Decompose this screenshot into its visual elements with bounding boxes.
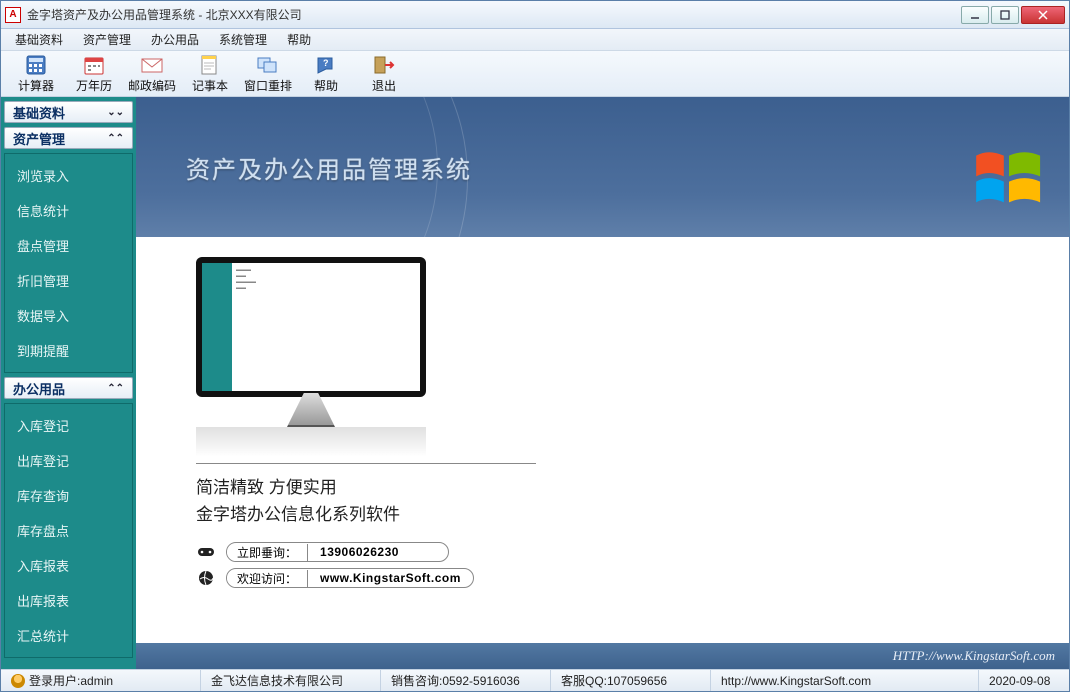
toolbar: 计算器 万年历 邮政编码 记事本 窗口重排 ? 帮助 退出	[1, 51, 1069, 97]
phone-pill: 立即垂询： 13906026230	[226, 542, 449, 562]
status-user: 登录用户: admin	[1, 670, 201, 691]
nav-browse-entry[interactable]: 浏览录入	[5, 158, 132, 193]
nav-inbound-reg[interactable]: 入库登记	[5, 408, 132, 443]
calculator-icon	[24, 54, 48, 76]
nav-expiry-reminder[interactable]: 到期提醒	[5, 333, 132, 368]
panel-office-supplies[interactable]: 办公用品 ⌃⌃	[4, 377, 133, 399]
window-icon	[256, 54, 280, 76]
slogan-line2: 金字塔办公信息化系列软件	[196, 501, 1049, 528]
monitor-illustration: ▬▬▬▬▬▬▬▬▬▬▬ 🍎	[196, 257, 1049, 457]
maximize-button[interactable]	[991, 6, 1019, 24]
nav-outbound-report[interactable]: 出库报表	[5, 583, 132, 618]
tool-exit[interactable]: 退出	[355, 52, 413, 96]
nav-depreciation[interactable]: 折旧管理	[5, 263, 132, 298]
banner: 资产及办公用品管理系统	[136, 97, 1069, 237]
footer-band: HTTP://www.KingstarSoft.com	[136, 643, 1069, 669]
tool-label: 万年历	[76, 77, 112, 94]
help-icon: ?	[314, 54, 338, 76]
slogan: 简洁精致 方便实用 金字塔办公信息化系列软件	[196, 474, 1049, 528]
close-button[interactable]	[1021, 6, 1065, 24]
menu-asset-mgmt[interactable]: 资产管理	[75, 29, 139, 50]
tool-window-rearrange[interactable]: 窗口重排	[239, 52, 297, 96]
sidebar: 基础资料 ⌄⌄ 资产管理 ⌃⌃ 浏览录入 信息统计 盘点管理 折旧管理 数据导入…	[1, 97, 136, 669]
status-user-value: admin	[80, 674, 113, 688]
status-user-label: 登录用户:	[29, 672, 80, 689]
status-date: 2020-09-08	[979, 670, 1069, 691]
titlebar: A 金字塔资产及办公用品管理系统 - 北京XXX有限公司	[1, 1, 1069, 29]
tool-notepad[interactable]: 记事本	[181, 52, 239, 96]
panel-title: 基础资料	[13, 103, 65, 122]
statusbar: 登录用户: admin 金飞达信息技术有限公司 销售咨询:0592-591603…	[1, 669, 1069, 691]
panel-title: 资产管理	[13, 129, 65, 148]
panel-office-body: 入库登记 出库登记 库存查询 库存盘点 入库报表 出库报表 汇总统计	[4, 403, 133, 658]
notepad-icon	[198, 54, 222, 76]
chevron-down-icon: ⌄⌄	[107, 107, 124, 118]
phone-icon	[196, 544, 216, 560]
minimize-button[interactable]	[961, 6, 989, 24]
exit-icon	[372, 54, 396, 76]
globe-icon	[196, 570, 216, 586]
tool-help[interactable]: ? 帮助	[297, 52, 355, 96]
tool-label: 退出	[372, 77, 396, 94]
phone-label: 立即垂询：	[227, 544, 308, 561]
nav-stock-check[interactable]: 库存盘点	[5, 513, 132, 548]
menu-basic-data[interactable]: 基础资料	[7, 29, 71, 50]
status-cs: 客服QQ:107059656	[551, 670, 711, 691]
calendar-icon	[82, 54, 106, 76]
panel-asset-mgmt[interactable]: 资产管理 ⌃⌃	[4, 127, 133, 149]
tool-label: 帮助	[314, 77, 338, 94]
nav-data-import[interactable]: 数据导入	[5, 298, 132, 333]
web-label: 欢迎访问：	[227, 570, 308, 587]
app-icon: A	[5, 7, 21, 23]
tool-label: 记事本	[192, 77, 228, 94]
nav-info-stats[interactable]: 信息统计	[5, 193, 132, 228]
web-value: www.KingstarSoft.com	[308, 571, 473, 585]
phone-value: 13906026230	[308, 545, 448, 559]
panel-asset-body: 浏览录入 信息统计 盘点管理 折旧管理 数据导入 到期提醒	[4, 153, 133, 373]
web-pill: 欢迎访问： www.KingstarSoft.com	[226, 568, 474, 588]
user-icon	[11, 674, 25, 688]
main-content: 资产及办公用品管理系统 ▬▬▬▬▬▬▬▬▬▬▬ 🍎 简洁精致 方便实	[136, 97, 1069, 669]
panel-basic-data[interactable]: 基础资料 ⌄⌄	[4, 101, 133, 123]
tool-calendar[interactable]: 万年历	[65, 52, 123, 96]
postcode-icon	[140, 54, 164, 76]
status-company: 金飞达信息技术有限公司	[201, 670, 381, 691]
status-sales: 销售咨询:0592-5916036	[381, 670, 551, 691]
tool-label: 窗口重排	[244, 77, 292, 94]
nav-summary-stats[interactable]: 汇总统计	[5, 618, 132, 653]
nav-outbound-reg[interactable]: 出库登记	[5, 443, 132, 478]
separator	[196, 463, 536, 464]
panel-title: 办公用品	[13, 379, 65, 398]
menu-office-supplies[interactable]: 办公用品	[143, 29, 207, 50]
windows-logo-icon	[971, 147, 1047, 211]
status-url: http://www.KingstarSoft.com	[711, 670, 979, 691]
window-title: 金字塔资产及办公用品管理系统 - 北京XXX有限公司	[27, 6, 961, 23]
svg-text:?: ?	[323, 58, 329, 68]
chevron-up-icon: ⌃⌃	[107, 133, 124, 144]
nav-stock-query[interactable]: 库存查询	[5, 478, 132, 513]
menubar: 基础资料 资产管理 办公用品 系统管理 帮助	[1, 29, 1069, 51]
banner-title: 资产及办公用品管理系统	[186, 150, 472, 185]
tool-label: 邮政编码	[128, 77, 176, 94]
chevron-up-icon: ⌃⌃	[107, 383, 124, 394]
tool-calculator[interactable]: 计算器	[7, 52, 65, 96]
tool-postcode[interactable]: 邮政编码	[123, 52, 181, 96]
tool-label: 计算器	[18, 77, 54, 94]
menu-system-mgmt[interactable]: 系统管理	[211, 29, 275, 50]
menu-help[interactable]: 帮助	[279, 29, 319, 50]
slogan-line1: 简洁精致 方便实用	[196, 474, 1049, 501]
nav-inventory-mgmt[interactable]: 盘点管理	[5, 228, 132, 263]
nav-inbound-report[interactable]: 入库报表	[5, 548, 132, 583]
